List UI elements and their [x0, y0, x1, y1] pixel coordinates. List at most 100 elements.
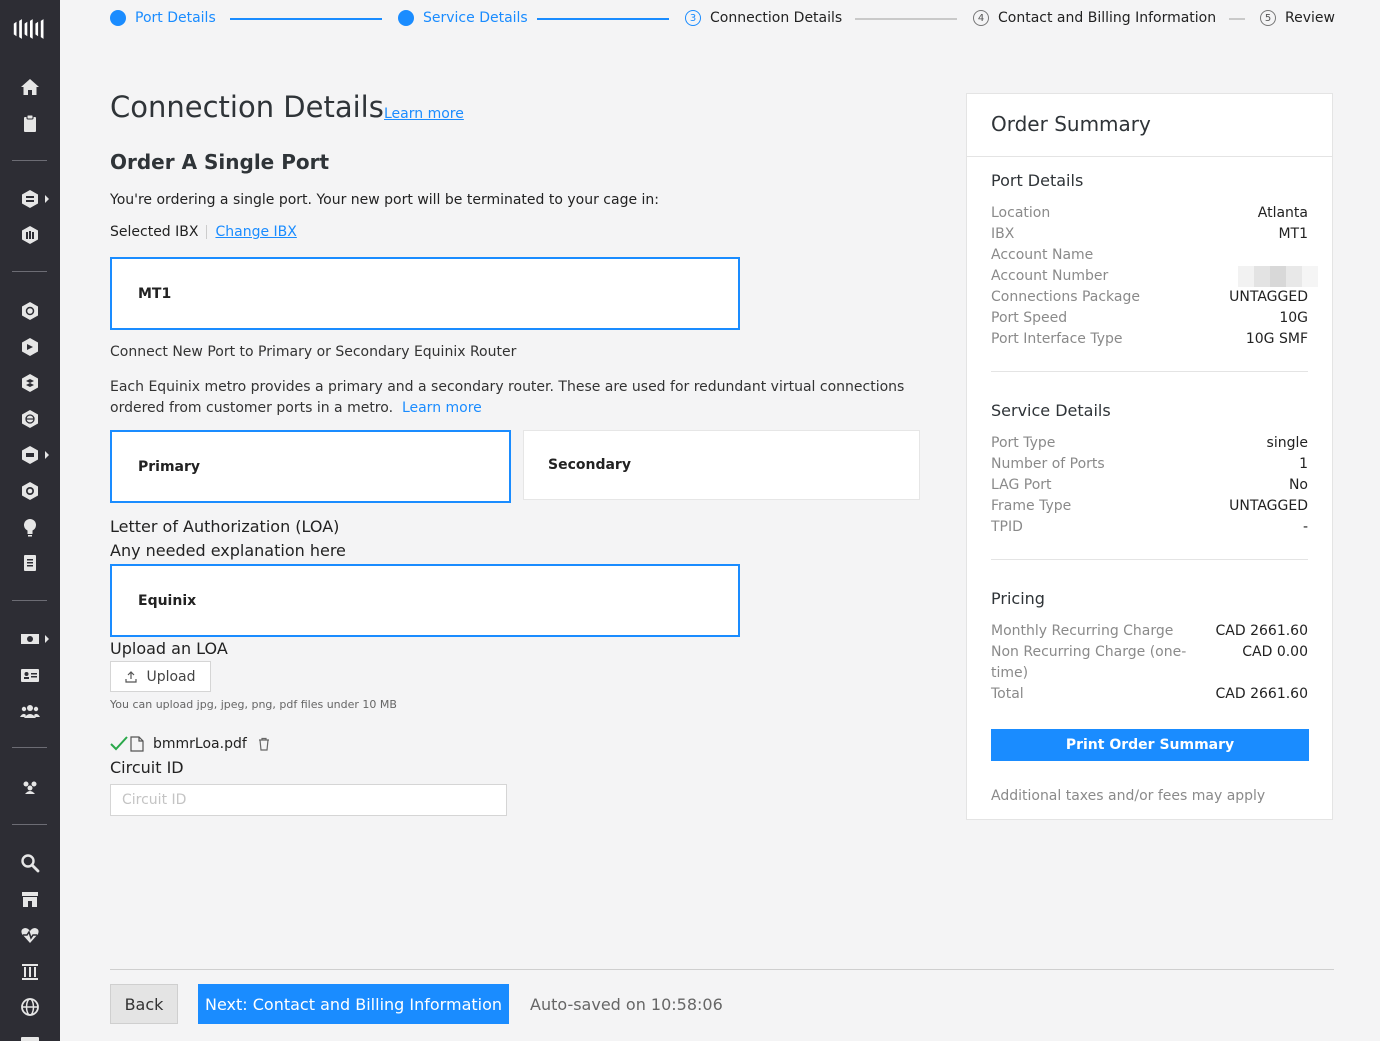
footer-divider [110, 969, 1334, 970]
autosave-status: Auto-saved on 10:58:06 [530, 995, 723, 1014]
summary-row-value: 10G SMF [1245, 331, 1308, 347]
summary-row-key: Connections Package [991, 289, 1140, 305]
chevron-right-icon [45, 635, 49, 643]
step-connector [537, 18, 669, 20]
id-card-icon[interactable] [0, 660, 60, 690]
clock-hex-icon[interactable] [0, 476, 60, 506]
summary-row-key: Total [991, 686, 1024, 702]
billing-cash-icon[interactable] [0, 624, 60, 654]
uploaded-file-row: bmmrLoa.pdf [110, 736, 271, 752]
health-heartbeat-icon[interactable] [0, 920, 60, 950]
taxes-footnote: Additional taxes and/or fees may apply [991, 788, 1266, 804]
globe-hex-icon[interactable] [0, 404, 60, 434]
summary-row-port-type: Port Type single [991, 433, 1308, 454]
loa-explanation: Any needed explanation here [110, 541, 346, 560]
router-primary-label: Primary [138, 458, 201, 475]
fabric-hex-icon[interactable] [0, 184, 60, 214]
summary-row-key: IBX [991, 226, 1015, 242]
next-button[interactable]: Next: Contact and Billing Information [198, 984, 509, 1024]
summary-row-value: No [1288, 477, 1308, 493]
circuit-id-input[interactable] [110, 784, 507, 816]
step-port-details[interactable]: Port Details [110, 10, 216, 26]
summary-row-ibx: IBX MT1 [991, 224, 1308, 245]
summary-row-value: CAD 0.00 [1242, 644, 1308, 660]
summary-row-port-interface: Port Interface Type 10G SMF [991, 329, 1308, 350]
network-hex-icon[interactable] [0, 296, 60, 326]
step-review[interactable]: 5 Review [1260, 10, 1335, 26]
print-order-summary-button[interactable]: Print Order Summary [991, 729, 1309, 761]
step-label: Service Details [423, 10, 528, 26]
step-label: Contact and Billing Information [998, 10, 1217, 26]
section-title: Order A Single Port [110, 150, 330, 174]
users-icon[interactable] [0, 696, 60, 726]
summary-row-key: Location [991, 205, 1051, 221]
clipboard-icon[interactable] [0, 108, 60, 138]
router-description-text: Each Equinix metro provides a primary an… [110, 379, 905, 416]
change-ibx-link[interactable]: Change IBX [215, 224, 296, 240]
port-hex-icon[interactable] [0, 440, 60, 470]
summary-row-key: Account Number [991, 268, 1109, 284]
sidebar-divider [12, 271, 47, 272]
learn-more-link[interactable]: Learn more [384, 106, 464, 122]
summary-row-key: Frame Type [991, 498, 1072, 514]
metal-cube-icon[interactable] [0, 220, 60, 250]
summary-row-value: 10G [1279, 310, 1308, 326]
intro-text: You're ordering a single port. Your new … [110, 192, 660, 208]
sidebar-divider [12, 160, 47, 161]
uploaded-file-name: bmmrLoa.pdf [153, 736, 247, 752]
circuit-id-label: Circuit ID [110, 758, 184, 777]
divider [991, 371, 1308, 372]
notebook-icon[interactable] [0, 548, 60, 578]
step-service-details[interactable]: Service Details [398, 10, 528, 26]
router-description: Each Equinix metro provides a primary an… [110, 377, 920, 419]
summary-row-key: Number of Ports [991, 456, 1105, 472]
summary-row-location: Location Atlanta [991, 203, 1308, 224]
step-number: 3 [685, 10, 701, 26]
summary-row-value: single [1266, 435, 1308, 451]
progress-stepper: Port Details Service Details 3 Connectio… [110, 0, 1335, 38]
router-primary-card[interactable]: Primary [110, 430, 511, 503]
ibx-option-card[interactable]: MT1 [110, 257, 740, 330]
team-icon[interactable] [0, 772, 60, 802]
home-icon[interactable] [0, 72, 60, 102]
equinix-logo[interactable] [0, 14, 60, 44]
loa-option-card[interactable]: Equinix [110, 564, 740, 637]
upload-button[interactable]: Upload [110, 661, 211, 692]
step-label: Review [1285, 10, 1335, 26]
pricing-heading: Pricing [991, 589, 1045, 608]
marketplace-store-icon[interactable] [0, 884, 60, 914]
summary-row-mrc: Monthly Recurring Charge CAD 2661.60 [991, 621, 1308, 642]
card-icon[interactable] [0, 1028, 60, 1041]
sidebar-divider [12, 824, 47, 825]
summary-row-port-speed: Port Speed 10G [991, 308, 1308, 329]
summary-row-value: Atlanta [1257, 205, 1308, 221]
summary-row-value: - [1302, 519, 1308, 535]
globe-icon[interactable] [0, 992, 60, 1022]
ibx-option-label: MT1 [138, 285, 172, 302]
service-details-heading: Service Details [991, 401, 1111, 420]
summary-row-value: 1 [1299, 456, 1308, 472]
columns-icon[interactable] [0, 956, 60, 986]
trash-icon[interactable] [257, 737, 271, 751]
lightbulb-icon[interactable] [0, 512, 60, 542]
step-number: 4 [973, 10, 989, 26]
layers-hex-icon[interactable] [0, 368, 60, 398]
router-secondary-card[interactable]: Secondary [523, 430, 920, 500]
loa-option-label: Equinix [138, 592, 197, 609]
step-connector [855, 18, 957, 20]
back-button[interactable]: Back [110, 984, 178, 1024]
upload-hint: You can upload jpg, jpeg, png, pdf files… [110, 698, 397, 711]
router-learn-more-link[interactable]: Learn more [402, 400, 482, 416]
summary-row-account-name: Account Name [991, 245, 1308, 266]
upload-heading: Upload an LOA [110, 639, 228, 658]
step-contact-billing[interactable]: 4 Contact and Billing Information [973, 10, 1216, 26]
summary-row-lag-port: LAG Port No [991, 475, 1308, 496]
summary-row-key: Non Recurring Charge (one-time) [991, 644, 1187, 681]
summary-row-connections-package: Connections Package UNTAGGED [991, 287, 1308, 308]
connect-hex-icon[interactable] [0, 332, 60, 362]
summary-row-value: UNTAGGED [1229, 498, 1308, 514]
search-icon[interactable] [0, 848, 60, 878]
summary-row-key: LAG Port [991, 477, 1052, 493]
step-connection-details[interactable]: 3 Connection Details [685, 10, 842, 26]
divider [991, 559, 1308, 560]
